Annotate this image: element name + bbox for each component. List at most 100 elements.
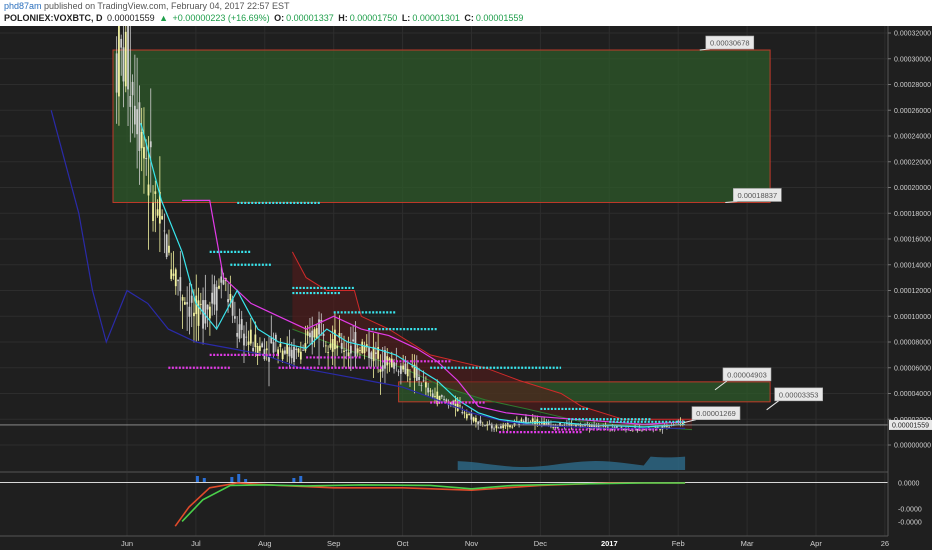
candle-body	[272, 342, 275, 353]
candle-body	[329, 344, 332, 348]
candle-body	[629, 430, 632, 431]
candle-body	[179, 277, 182, 292]
candle-body	[252, 347, 254, 352]
candle-body	[440, 395, 443, 397]
candle-body	[259, 345, 261, 351]
time-axis[interactable]: Jun Jul Aug Sep Oct Nov Dec 2017 Feb Mar Apr 26	[0, 535, 932, 550]
time-tick-label: Aug	[258, 539, 271, 548]
candle-body	[243, 333, 245, 346]
candle-body	[222, 280, 225, 285]
candle-body	[399, 365, 402, 374]
candle-body	[168, 245, 170, 253]
candle-body	[309, 332, 311, 338]
candle-body	[145, 158, 148, 160]
price-axis[interactable]: 0.00032000 0.00030000 0.00028000 0.00026000…	[887, 26, 932, 550]
candle-body	[356, 348, 359, 353]
candle-body	[443, 399, 445, 400]
high-value: 0.00001750	[349, 13, 398, 23]
volume-divider	[0, 471, 888, 472]
candle-body	[381, 365, 384, 372]
osc-bar	[237, 474, 241, 482]
target-zone	[112, 49, 771, 203]
candle-body	[249, 329, 252, 344]
osc-tick-label: 0.0000	[898, 481, 920, 488]
price-tick-label: 0.00004000	[894, 391, 931, 398]
candle-body	[318, 319, 320, 335]
candle-body	[247, 341, 250, 345]
candle-body	[431, 393, 434, 398]
price-tick-label: 0.00014000	[894, 262, 931, 269]
candle-body	[374, 352, 377, 354]
last-price-label: 0.00001559	[892, 422, 929, 429]
candle-body	[461, 412, 464, 414]
candle-body	[170, 269, 173, 279]
candle-body	[363, 345, 366, 354]
candle-body	[131, 81, 134, 96]
candle-body	[147, 184, 150, 196]
candle-body	[479, 420, 482, 424]
candle-body	[190, 295, 193, 303]
candle-body	[324, 345, 327, 347]
candle-body	[156, 209, 159, 216]
ohlc-line: POLONIEX:VOXBTC, D 0.00001559 ▲ +0.00000…	[4, 13, 525, 23]
osc-bar	[195, 476, 199, 482]
candle-body	[422, 379, 425, 381]
osc-bar	[299, 476, 303, 482]
time-tick-label: 26	[881, 539, 889, 548]
price-chart[interactable]: 0.00030678 0.00018837 0.00004903 0.00003353…	[0, 26, 932, 550]
candle-body	[654, 426, 657, 428]
candle-body	[304, 343, 307, 351]
candle-body	[122, 47, 125, 82]
candle-body	[349, 345, 352, 354]
candle-body	[475, 417, 477, 423]
candle-body	[284, 350, 286, 354]
candle-body	[488, 423, 491, 425]
candle-body	[520, 419, 523, 422]
price-tick-label: 0.00030000	[894, 56, 931, 63]
candle-body	[245, 336, 248, 338]
candle-body	[163, 230, 166, 232]
open-label: O:	[274, 13, 285, 23]
candle-body	[468, 414, 470, 415]
candle-body	[118, 26, 120, 97]
candle-body	[395, 363, 398, 365]
low-value: 0.00001301	[412, 13, 460, 23]
candle-body	[183, 302, 186, 305]
chart-screenshot: phd87am published on TradingView.com, Fe…	[0, 0, 932, 550]
candle-body	[384, 349, 386, 369]
candle-body	[477, 421, 480, 425]
callout-label: 0.00001269	[696, 409, 736, 418]
candle-body	[493, 428, 495, 430]
candle-body	[127, 26, 129, 90]
osc-tick-label: -0.0000	[898, 507, 922, 514]
time-tick-label: Dec	[534, 539, 548, 548]
candle-body	[193, 312, 195, 317]
candle-body	[172, 273, 175, 276]
candle-body	[149, 141, 152, 148]
price-tick-label: 0.00020000	[894, 185, 931, 192]
candle-body	[379, 369, 382, 372]
low-label: L:	[401, 13, 411, 23]
candle-body	[424, 382, 427, 388]
candle-body	[525, 417, 527, 424]
candle-body	[240, 319, 243, 330]
time-tick-label: Sep	[327, 539, 340, 548]
candle-body	[197, 300, 200, 326]
candle-body	[268, 356, 270, 362]
candle-body	[174, 269, 177, 287]
candle-body	[668, 426, 671, 428]
candle-body	[181, 297, 184, 301]
price-tick-label: 0.00024000	[894, 134, 931, 141]
author-link[interactable]: phd87am	[4, 1, 42, 11]
high-label: H:	[338, 13, 348, 23]
candle-body	[129, 95, 132, 107]
change-value: +0.00000223 (+16.69%)	[172, 13, 270, 23]
candle-body	[204, 300, 207, 324]
candle-body	[188, 306, 191, 317]
candle-body	[434, 396, 436, 397]
price-tick-label: 0.00006000	[894, 365, 931, 372]
time-tick-label: Mar	[741, 539, 754, 548]
candle-body	[199, 303, 202, 305]
publish-line: phd87am published on TradingView.com, Fe…	[4, 1, 290, 11]
candle-body	[531, 418, 534, 422]
